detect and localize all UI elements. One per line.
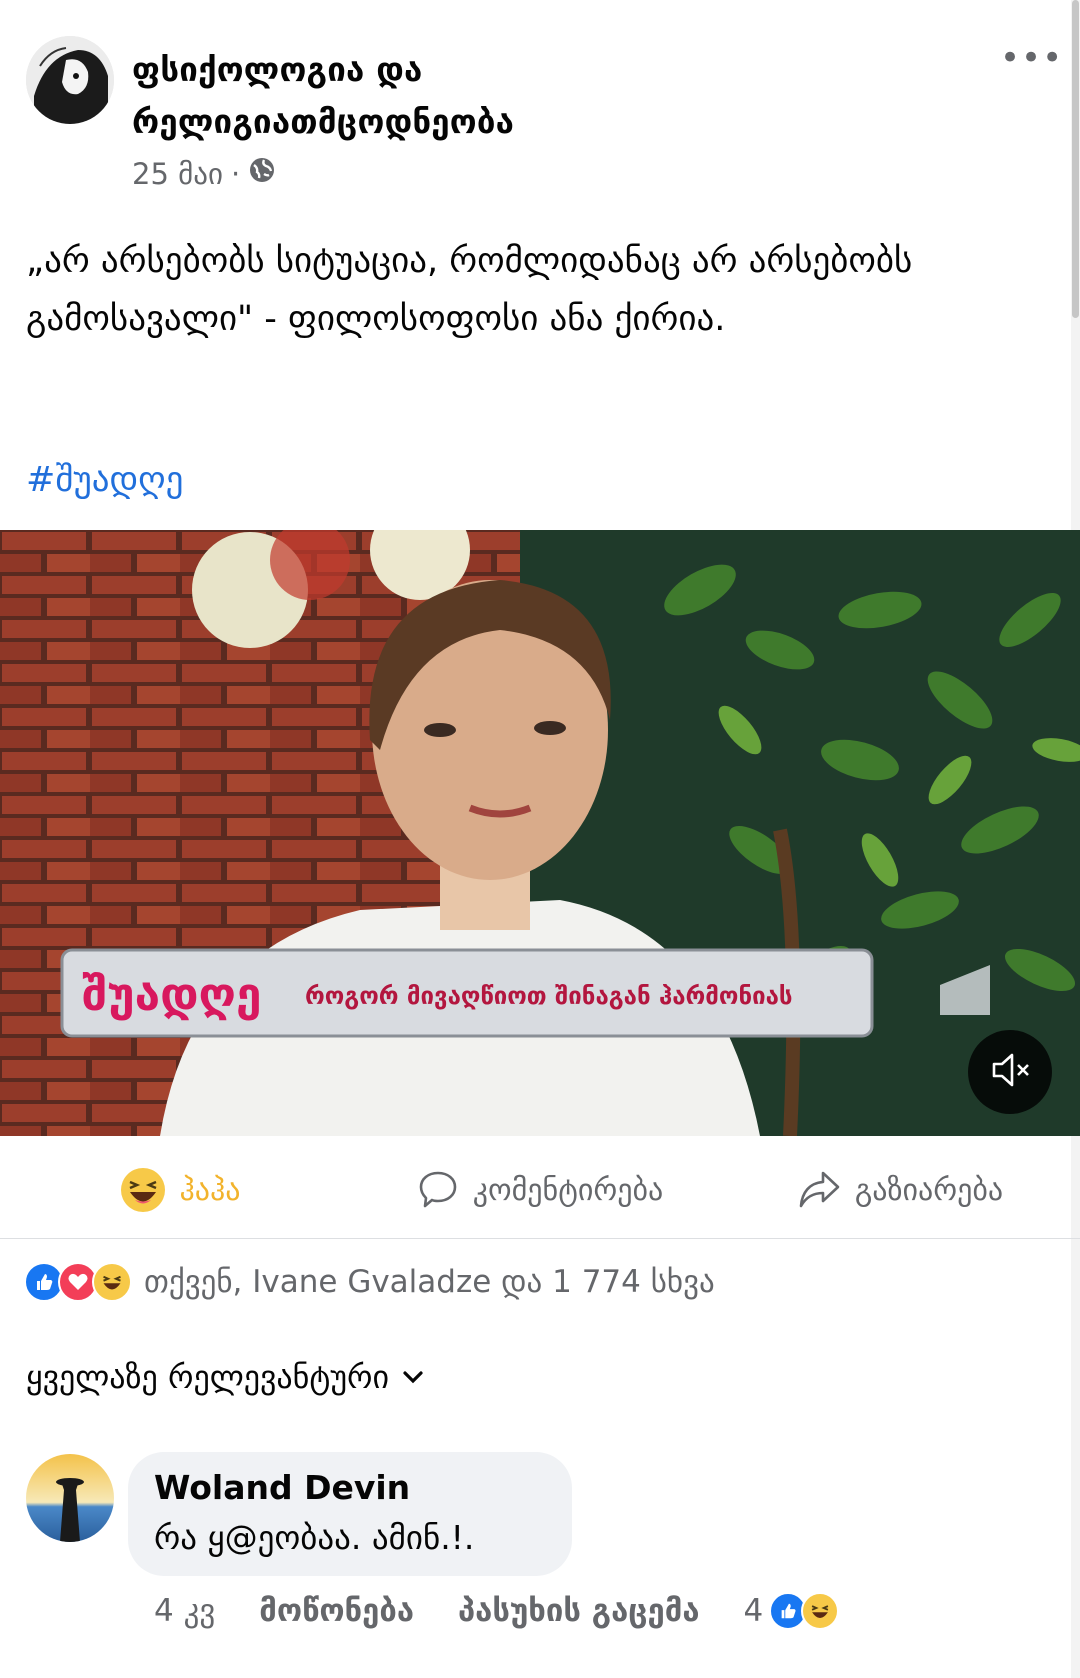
share-icon xyxy=(797,1169,841,1211)
post-actions-bar: ჰაჰა კომენტირება გაზიარება xyxy=(0,1140,1080,1240)
comment-like-button[interactable]: მოწონება xyxy=(259,1593,414,1629)
comment-time[interactable]: 4 კვ xyxy=(154,1593,215,1629)
comment-bubble: Woland Devin რა ყ@ეობაა. ამინ.!. xyxy=(128,1452,572,1576)
comment-button[interactable]: კომენტირება xyxy=(360,1140,720,1240)
comment-reactions[interactable]: 4 xyxy=(743,1592,840,1630)
video-player[interactable]: შუადღე როგორ მივაღწიოთ შინაგან ჰარმონიას xyxy=(0,530,1080,1136)
meta-separator: · xyxy=(231,156,241,191)
post-meta: 25 მაი · xyxy=(132,156,276,191)
volume-muted-icon xyxy=(988,1048,1032,1096)
chevron-down-icon xyxy=(401,1365,425,1389)
page-avatar[interactable] xyxy=(26,36,114,124)
globe-icon xyxy=(248,156,276,191)
post-text: „არ არსებობს სიტუაცია, რომლიდანაც არ არს… xyxy=(26,241,913,339)
haha-icon xyxy=(92,1262,132,1302)
haha-label: ჰაჰა xyxy=(179,1172,241,1208)
more-options-icon[interactable]: ••• xyxy=(1000,38,1063,78)
show-logo: შუადღე xyxy=(82,967,261,1021)
scrollbar-thumb[interactable] xyxy=(1072,0,1079,318)
comment-reply-button[interactable]: პასუხის გაცემა xyxy=(458,1593,700,1629)
video-frame: შუადღე როგორ მივაღწიოთ შინაგან ჰარმონიას xyxy=(0,530,1080,1136)
reactions-summary[interactable]: თქვენ, Ivane Gvaladze და 1 774 სხვა xyxy=(24,1262,715,1302)
lower-third-caption: როგორ მივაღწიოთ შინაგან ჰარმონიას xyxy=(305,982,793,1010)
hashtag-link[interactable]: #შუადღე xyxy=(26,460,183,500)
comment-reaction-count: 4 xyxy=(743,1593,764,1629)
comment-avatar[interactable] xyxy=(26,1454,114,1542)
page-name[interactable]: ფსიქოლოგია და რელიგიათმცოდნეობა xyxy=(132,44,652,148)
haha-icon xyxy=(120,1167,166,1213)
mute-button[interactable] xyxy=(968,1030,1052,1114)
comment-label: კომენტირება xyxy=(472,1172,664,1208)
post-date[interactable]: 25 მაი xyxy=(132,157,223,191)
comment-author[interactable]: Woland Devin xyxy=(154,1468,410,1507)
haha-icon xyxy=(801,1592,840,1630)
share-label: გაზიარება xyxy=(854,1172,1004,1208)
divider xyxy=(0,1238,1080,1239)
comment-actions: 4 კვ მოწონება პასუხის გაცემა 4 xyxy=(154,1592,840,1630)
reactions-summary-text: თქვენ, Ivane Gvaladze და 1 774 სხვა xyxy=(144,1264,715,1300)
haha-button[interactable]: ჰაჰა xyxy=(0,1140,360,1240)
comment-icon xyxy=(417,1169,459,1211)
share-button[interactable]: გაზიარება xyxy=(720,1140,1080,1240)
sort-label: ყველაზე რელევანტური xyxy=(26,1358,390,1396)
comment-text: რა ყ@ეობაა. ამინ.!. xyxy=(154,1518,475,1557)
comments-sort-dropdown[interactable]: ყველაზე რელევანტური xyxy=(26,1358,425,1396)
reaction-icons xyxy=(24,1262,132,1302)
